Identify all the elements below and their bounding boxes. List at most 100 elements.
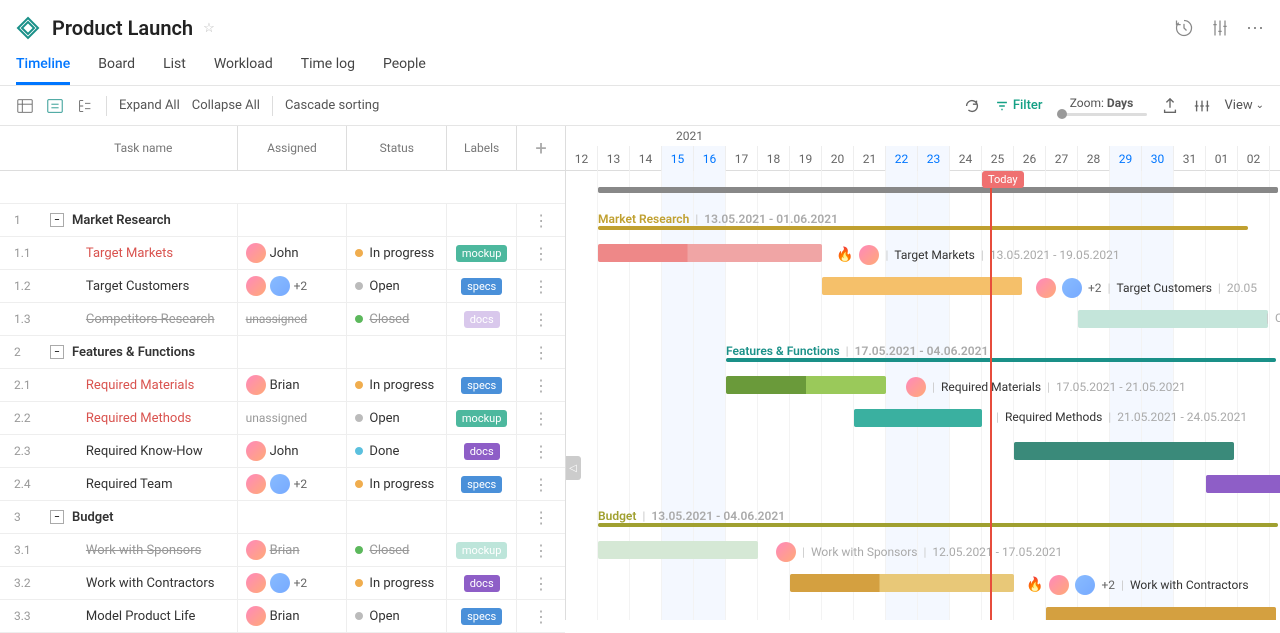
assigned-cell[interactable]: Brian (238, 600, 348, 632)
assigned-cell[interactable] (238, 501, 348, 533)
settings-sliders-icon[interactable] (1210, 18, 1230, 38)
status-cell[interactable]: Open (347, 402, 447, 434)
status-cell[interactable] (347, 501, 447, 533)
task-bar[interactable] (822, 277, 1022, 295)
table-row[interactable]: 2.4Required Team+2In progressspecs⋮ (0, 468, 565, 501)
table-row[interactable]: 3.2Work with Contractors+2In progressdoc… (0, 567, 565, 600)
status-cell[interactable]: Closed (347, 534, 447, 566)
row-more-icon[interactable]: ⋮ (517, 574, 565, 593)
assigned-cell[interactable] (238, 204, 348, 236)
group-bar[interactable] (598, 523, 1278, 527)
col-header-assigned[interactable]: Assigned (238, 126, 348, 170)
group-bar[interactable] (598, 226, 1248, 230)
table-row[interactable]: 2.2Required MethodsunassignedOpenmockup⋮ (0, 402, 565, 435)
group-toggle-icon[interactable]: − (50, 213, 64, 227)
favorite-star-icon[interactable]: ☆ (203, 21, 215, 36)
task-bar[interactable] (598, 541, 758, 559)
row-more-icon[interactable]: ⋮ (517, 541, 565, 560)
zoom-control[interactable]: Zoom: Days (1057, 96, 1147, 116)
status-cell[interactable]: Open (347, 600, 447, 632)
status-cell[interactable]: In progress (347, 369, 447, 401)
assigned-cell[interactable]: John (238, 237, 348, 269)
row-more-icon[interactable]: ⋮ (517, 244, 565, 263)
labels-cell[interactable]: mockup (447, 534, 517, 566)
assigned-cell[interactable]: +2 (238, 567, 348, 599)
group-bar[interactable] (726, 358, 1276, 362)
status-cell[interactable] (347, 336, 447, 368)
table-row[interactable]: 3−Budget⋮ (0, 501, 565, 534)
col-header-task-name[interactable]: Task name (50, 126, 238, 170)
task-bar[interactable] (790, 574, 1014, 592)
row-more-icon[interactable]: ⋮ (517, 211, 565, 230)
task-bar[interactable] (854, 409, 982, 427)
tab-workload[interactable]: Workload (214, 56, 273, 85)
row-more-icon[interactable]: ⋮ (517, 376, 565, 395)
labels-cell[interactable]: docs (447, 567, 517, 599)
labels-cell[interactable]: mockup (447, 402, 517, 434)
tab-time-log[interactable]: Time log (301, 56, 355, 85)
task-bar[interactable] (1206, 475, 1280, 493)
status-cell[interactable]: Closed (347, 303, 447, 335)
status-cell[interactable]: In progress (347, 468, 447, 500)
assigned-cell[interactable]: unassigned (238, 303, 348, 335)
row-more-icon[interactable]: ⋮ (517, 442, 565, 461)
status-cell[interactable]: In progress (347, 567, 447, 599)
status-cell[interactable]: Open (347, 270, 447, 302)
refresh-icon[interactable] (963, 97, 981, 115)
group-toggle-icon[interactable]: − (50, 510, 64, 524)
table-row[interactable]: 1.2Target Customers+2Openspecs⋮ (0, 270, 565, 303)
labels-cell[interactable]: mockup (447, 237, 517, 269)
columns-icon[interactable] (1193, 97, 1211, 115)
table-row[interactable]: 1−Market Research⋮ (0, 204, 565, 237)
assigned-cell[interactable]: unassigned (238, 402, 348, 434)
cascade-sorting-button[interactable]: Cascade sorting (285, 98, 379, 113)
tab-people[interactable]: People (383, 56, 426, 85)
status-cell[interactable]: In progress (347, 237, 447, 269)
row-more-icon[interactable]: ⋮ (517, 343, 565, 362)
col-header-status[interactable]: Status (347, 126, 447, 170)
add-column-button[interactable]: + (517, 136, 565, 160)
assigned-cell[interactable]: +2 (238, 468, 348, 500)
export-icon[interactable] (1161, 97, 1179, 115)
collapse-icon[interactable] (46, 97, 64, 115)
more-menu-icon[interactable]: ⋯ (1246, 18, 1264, 39)
task-bar[interactable] (726, 376, 886, 394)
labels-cell[interactable]: docs (447, 303, 517, 335)
tab-list[interactable]: List (163, 56, 186, 85)
expand-all-button[interactable]: Expand All (119, 98, 180, 113)
row-more-icon[interactable]: ⋮ (517, 310, 565, 329)
labels-cell[interactable]: specs (447, 369, 517, 401)
task-bar[interactable] (1014, 442, 1234, 460)
assigned-cell[interactable] (238, 336, 348, 368)
row-more-icon[interactable]: ⋮ (517, 508, 565, 527)
labels-cell[interactable]: docs (447, 435, 517, 467)
row-more-icon[interactable]: ⋮ (517, 475, 565, 494)
group-toggle-icon[interactable]: − (50, 345, 64, 359)
labels-cell[interactable] (447, 204, 517, 236)
table-row[interactable]: 2.1Required MaterialsBrianIn progressspe… (0, 369, 565, 402)
row-more-icon[interactable]: ⋮ (517, 409, 565, 428)
table-row[interactable]: 1.1Target MarketsJohnIn progressmockup⋮ (0, 237, 565, 270)
tab-board[interactable]: Board (98, 56, 135, 85)
table-row[interactable]: 2.3Required Know-HowJohnDonedocs⋮ (0, 435, 565, 468)
filter-button[interactable]: Filter (995, 98, 1043, 113)
labels-cell[interactable] (447, 501, 517, 533)
assigned-cell[interactable]: John (238, 435, 348, 467)
col-header-labels[interactable]: Labels (447, 126, 517, 170)
table-row[interactable]: 2−Features & Functions⋮ (0, 336, 565, 369)
list-view-icon[interactable] (16, 97, 34, 115)
status-cell[interactable]: Done (347, 435, 447, 467)
assigned-cell[interactable]: +2 (238, 270, 348, 302)
assigned-cell[interactable]: Brian (238, 534, 348, 566)
labels-cell[interactable]: specs (447, 600, 517, 632)
assigned-cell[interactable]: Brian (238, 369, 348, 401)
task-bar[interactable] (1078, 310, 1268, 328)
labels-cell[interactable]: specs (447, 270, 517, 302)
table-row[interactable]: 3.1Work with SponsorsBrianClosedmockup⋮ (0, 534, 565, 567)
status-cell[interactable] (347, 204, 447, 236)
labels-cell[interactable]: specs (447, 468, 517, 500)
collapse-all-button[interactable]: Collapse All (192, 98, 260, 113)
history-icon[interactable] (1174, 18, 1194, 38)
table-row[interactable]: 1.3Competitors ResearchunassignedClosedd… (0, 303, 565, 336)
task-bar[interactable] (598, 244, 822, 262)
